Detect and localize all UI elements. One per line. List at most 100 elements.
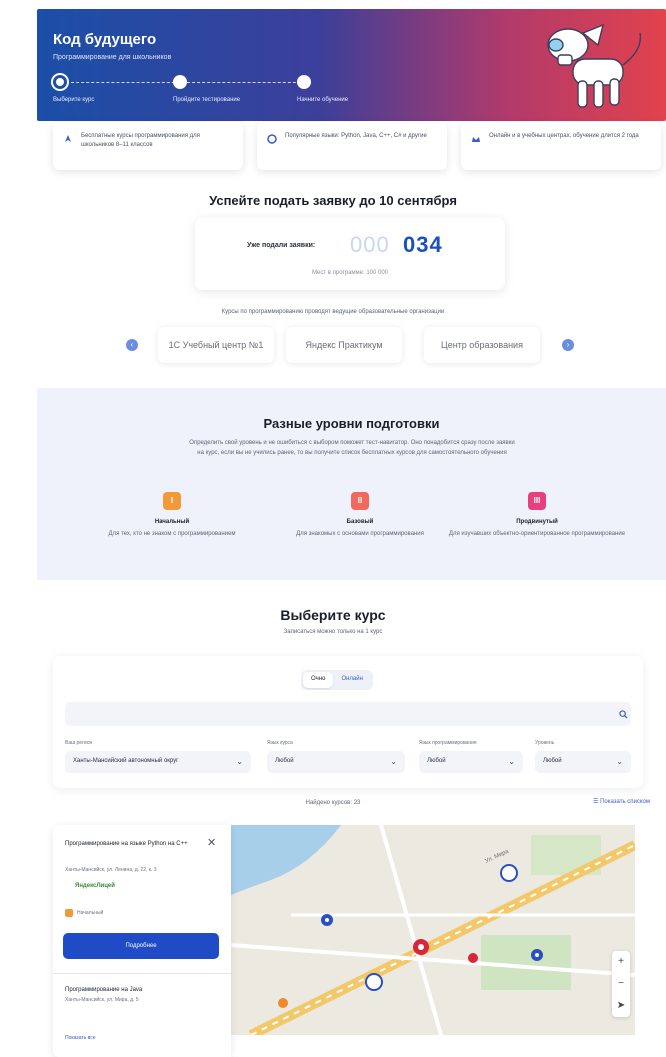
level-3-desc: Для изучавших объектно-ориентированное п…: [448, 531, 626, 537]
level-1-badge: I: [163, 492, 181, 510]
feature-cards: Бесплатные курсы программирования для шк…: [53, 122, 663, 172]
counter-note: Мест в программе: 100 000: [311, 270, 389, 276]
course-search-input[interactable]: [65, 702, 631, 726]
hero-title: Код будущего: [53, 31, 157, 48]
close-icon[interactable]: ✕: [207, 836, 216, 849]
step-1-dot: [53, 75, 67, 89]
show-list-button[interactable]: ☰ Показать списком: [593, 798, 650, 805]
level-2-desc: Для знакомых с основами программирования: [296, 531, 424, 537]
feature-card-2: Популярные языки: Python, Java, C++, C# …: [257, 122, 447, 170]
partner-logo-2[interactable]: Яндекс Практикум: [286, 327, 402, 363]
course-card-org-logo: ЯндексЛицей: [75, 883, 115, 889]
course-item-2-title[interactable]: Программирование на Java: [65, 987, 142, 993]
list-icon: ☰: [593, 799, 601, 805]
step-3-dot: [297, 75, 311, 89]
course-item-2-address: Ханты-Мансийск, ул. Мира, д. 5: [65, 997, 139, 1003]
deadline-title: Успейте подать заявку до 10 сентября: [209, 193, 457, 208]
map-marker[interactable]: [278, 998, 288, 1008]
course-language-value: Любой: [275, 758, 294, 764]
chevron-down-icon: ⌄: [616, 757, 623, 766]
step-1-label: Выберите курс: [53, 97, 95, 103]
level-badge: [65, 909, 73, 917]
robot-dog-illustration: [547, 23, 642, 108]
carousel-prev-button[interactable]: ‹: [126, 339, 138, 351]
level-3-badge: III: [528, 492, 546, 510]
steps-indicator: Выберите курс Пройдите тестирование Начн…: [53, 75, 353, 109]
course-card-level-label: Начальный: [77, 910, 104, 916]
map-marker[interactable]: [468, 953, 478, 963]
courses-found-count: Найдено курсов: 23: [305, 800, 361, 806]
hero-subtitle: Программирование для школьников: [53, 54, 172, 61]
counter-zeros: 000: [350, 232, 390, 257]
step-2-dot: [173, 75, 187, 89]
feature-3-text: Онлайн и в учебных центрах, обучение дли…: [489, 133, 639, 139]
zoom-in-button[interactable]: +: [612, 951, 630, 973]
partner-logo-3[interactable]: Центр образования: [424, 327, 540, 363]
course-card-level: Начальный: [65, 909, 103, 917]
feature-2-text: Популярные языки: Python, Java, C++, C# …: [285, 133, 427, 139]
levels-title: Разные уровни подготовки: [263, 416, 440, 431]
filter-programming-language-label: Язык программирования: [419, 740, 477, 746]
step-2-label: Пройдите тестирование: [173, 97, 241, 103]
level-2-badge: II: [351, 492, 369, 510]
step-2: Пройдите тестирование: [173, 75, 240, 103]
filter-course-language-label: Язык курса: [267, 740, 293, 746]
course-filter-panel: Очно Онлайн Ваш регион Ханты-Мансийский …: [53, 656, 643, 788]
map-marker[interactable]: [531, 949, 543, 961]
course-details-button[interactable]: Подробнее: [63, 933, 219, 959]
partners-carousel: ‹ 1C Учебный центр №1 Яндекс Практикум Ц…: [120, 325, 580, 365]
levels-description: Определить свой уровень и не ошибиться с…: [189, 440, 515, 456]
programming-language-value: Любой: [427, 758, 446, 764]
format-tabs: Очно Онлайн: [301, 670, 373, 690]
filter-level: Уровень Любой ⌄: [535, 740, 631, 773]
chevron-down-icon: ⌄: [508, 757, 515, 766]
level-basic: II Базовый Для знакомых с основами прогр…: [270, 492, 450, 539]
chevron-down-icon: ⌄: [390, 757, 397, 766]
filter-region-label: Ваш регион: [65, 740, 93, 746]
crown-icon: [472, 137, 480, 142]
region-select-value: Ханты-Мансийский автономный округ: [73, 758, 179, 764]
rocket-icon: [65, 135, 71, 142]
step-1: Выберите курс: [53, 75, 94, 103]
zoom-out-button[interactable]: −: [612, 973, 630, 995]
map-marker[interactable]: [321, 914, 333, 926]
map-canvas[interactable]: Ул. Мира: [231, 825, 635, 1035]
level-1-desc: Для тех, кто не знаком с программировани…: [108, 531, 236, 537]
filter-level-label: Уровень: [535, 740, 555, 746]
map-zoom-controls: + − ➤: [612, 951, 630, 1017]
show-all-link[interactable]: Показать все: [65, 1035, 96, 1041]
map-marker-selected[interactable]: [413, 939, 429, 955]
feature-card-3: Онлайн и в учебных центрах, обучение дли…: [461, 122, 661, 170]
course-card-address: Ханты-Мансийск, ул. Ленина, д. 22, к. 3: [65, 867, 157, 873]
applications-counter: Уже подали заявки: 000 034 Мест в програ…: [195, 218, 505, 290]
course-card-title: Программирование на языке Python на C++: [65, 841, 188, 847]
hero-banner: Код будущего Программирование для школьн…: [37, 9, 666, 121]
course-details-panel: Программирование на языке Python на C++ …: [53, 825, 231, 1057]
level-beginner: I Начальный Для тех, кто не знаком с про…: [82, 492, 262, 539]
counter-value: 034: [403, 232, 443, 257]
filter-course-language: Язык курса Любой ⌄: [267, 740, 405, 773]
map-marker-cluster[interactable]: [365, 973, 383, 991]
locate-button[interactable]: ➤: [612, 995, 630, 1017]
chevron-down-icon: ⌄: [236, 757, 243, 766]
course-subtitle: Записаться можно только на 1 курс: [283, 629, 383, 635]
filter-programming-language: Язык программирования Любой ⌄: [419, 740, 523, 773]
course-language-select[interactable]: Любой ⌄: [267, 751, 405, 773]
show-list-label: Показать списком: [600, 799, 650, 805]
search-icon[interactable]: [619, 710, 628, 719]
partner-logo-1[interactable]: 1C Учебный центр №1: [158, 327, 274, 363]
courses-map[interactable]: Ул. Мира: [231, 825, 635, 1035]
tab-offline[interactable]: Очно: [303, 672, 334, 688]
carousel-next-button[interactable]: ›: [562, 339, 574, 351]
counter-label: Уже подали заявки:: [247, 242, 316, 249]
map-marker-cluster[interactable]: [500, 864, 518, 882]
region-select[interactable]: Ханты-Мансийский автономный округ ⌄: [65, 751, 251, 773]
tab-online[interactable]: Онлайн: [333, 672, 370, 688]
step-3-label: Начните обучение: [297, 97, 349, 103]
programming-language-select[interactable]: Любой ⌄: [419, 751, 523, 773]
park-area: [481, 935, 571, 990]
level-advanced: III Продвинутый Для изучавших объектно-о…: [447, 492, 627, 539]
level-select[interactable]: Любой ⌄: [535, 751, 631, 773]
filter-region: Ваш регион Ханты-Мансийский автономный о…: [65, 740, 251, 773]
feature-1-text: Бесплатные курсы программирования для шк…: [81, 133, 200, 148]
